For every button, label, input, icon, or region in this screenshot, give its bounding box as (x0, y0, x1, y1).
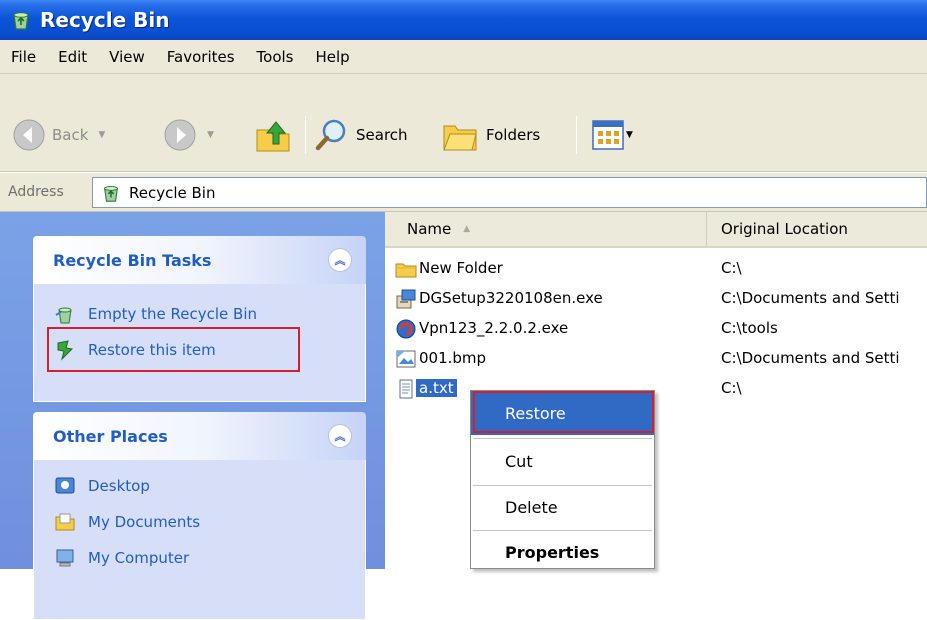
recycle-bin-icon (13, 12, 29, 30)
collapse-chevron-icon[interactable]: ︽ (328, 248, 352, 272)
menu-view[interactable]: View (98, 48, 156, 66)
text-file-icon (399, 379, 413, 399)
recycle-bin-tasks-title: Recycle Bin Tasks (53, 250, 212, 270)
folders-label: Folders (486, 126, 541, 144)
context-delete[interactable]: Delete (471, 485, 654, 529)
name-column-header[interactable]: Name ▲ (385, 212, 707, 246)
file-location: C:\ (721, 259, 742, 277)
installer-icon (396, 289, 416, 309)
context-properties[interactable]: Properties (471, 530, 654, 574)
other-places-header[interactable]: Other Places ︽ (33, 412, 366, 460)
views-icon (592, 120, 624, 150)
file-row-new-folder[interactable]: New Folder C:\ (385, 254, 927, 284)
address-value: Recycle Bin (129, 183, 216, 202)
file-location: C:\tools (721, 319, 778, 337)
task-pane: Recycle Bin Tasks ︽ Empty the Recycle Bi… (0, 212, 385, 620)
bitmap-icon (396, 350, 416, 368)
file-location: C:\Documents and Setti (721, 289, 900, 307)
desktop-icon (55, 477, 75, 494)
file-location: C:\ (721, 379, 742, 397)
my-documents-icon (55, 513, 75, 531)
back-arrow-icon (13, 119, 45, 151)
forward-dropdown-icon[interactable]: ▼ (207, 130, 214, 140)
my-documents-link[interactable]: My Documents (34, 504, 365, 540)
address-input[interactable]: Recycle Bin (92, 177, 927, 208)
file-name: DGSetup3220108en.exe (419, 289, 603, 307)
other-places-title: Other Places (53, 426, 168, 446)
original-location-column-label: Original Location (721, 220, 848, 238)
forward-button[interactable]: ▼ (163, 118, 214, 152)
back-label: Back (52, 126, 89, 144)
recycle-bin-icon (104, 185, 118, 202)
toolbar-separator (305, 116, 306, 154)
column-header: Name ▲ Original Location (385, 212, 927, 248)
views-dropdown-icon[interactable]: ▼ (626, 130, 633, 140)
search-button[interactable]: Search (314, 117, 408, 153)
my-computer-icon (56, 549, 74, 567)
file-name: New Folder (419, 259, 503, 277)
context-delete-label: Delete (505, 497, 558, 517)
views-button[interactable]: ▼ (592, 120, 633, 150)
my-documents-label: My Documents (88, 513, 201, 531)
context-restore-highlight (473, 391, 654, 433)
context-cut[interactable]: Cut (471, 439, 654, 483)
context-cut-label: Cut (505, 451, 533, 471)
vpn-app-icon (396, 319, 416, 339)
file-name: 001.bmp (419, 349, 487, 367)
folders-button[interactable]: Folders (442, 118, 540, 152)
up-folder-icon (256, 121, 290, 152)
file-row-001-bmp[interactable]: 001.bmp C:\Documents and Setti (385, 344, 927, 374)
other-places-body: Desktop My Documents My Computer (33, 460, 366, 620)
desktop-link[interactable]: Desktop (34, 468, 365, 504)
menu-bar: File Edit View Favorites Tools Help (0, 40, 927, 74)
file-location: C:\Documents and Setti (721, 349, 900, 367)
sort-ascending-icon: ▲ (463, 224, 471, 234)
menu-edit[interactable]: Edit (47, 48, 98, 66)
my-computer-label: My Computer (88, 549, 190, 567)
back-dropdown-icon[interactable]: ▼ (98, 130, 105, 140)
context-properties-label: Properties (505, 542, 600, 562)
file-name: Vpn123_2.2.0.2.exe (419, 319, 569, 337)
collapse-chevron-icon[interactable]: ︽ (328, 424, 352, 448)
name-column-label: Name (407, 220, 452, 238)
menu-file[interactable]: File (0, 48, 47, 66)
toolbar-separator (576, 116, 577, 154)
folder-icon (395, 263, 417, 278)
file-row-dgsetup[interactable]: DGSetup3220108en.exe C:\Documents and Se… (385, 284, 927, 314)
file-row-vpn123[interactable]: Vpn123_2.2.0.2.exe C:\tools (385, 314, 927, 344)
recycle-bin-tasks-header[interactable]: Recycle Bin Tasks ︽ (33, 236, 366, 284)
menu-tools[interactable]: Tools (246, 48, 305, 66)
window-title: Recycle Bin (40, 8, 170, 32)
restore-this-item-highlight (47, 327, 300, 372)
other-places-panel: Other Places ︽ Desktop My Documents My C… (33, 412, 366, 620)
back-button[interactable]: Back ▼ (12, 118, 105, 152)
file-row-a-txt[interactable]: a.txt C:\ (385, 374, 927, 404)
search-label: Search (356, 126, 408, 144)
menu-favorites[interactable]: Favorites (156, 48, 246, 66)
forward-arrow-icon (164, 119, 196, 151)
search-icon (315, 119, 346, 151)
empty-recycle-bin-label: Empty the Recycle Bin (88, 305, 257, 323)
original-location-column-header[interactable]: Original Location (709, 212, 927, 246)
empty-bin-icon (55, 307, 72, 324)
file-list: Name ▲ Original Location New Folder C:\ … (385, 212, 927, 569)
recycle-bin-tasks-panel: Recycle Bin Tasks ︽ Empty the Recycle Bi… (33, 236, 366, 402)
my-computer-link[interactable]: My Computer (34, 540, 365, 576)
address-label: Address (8, 184, 64, 200)
desktop-label: Desktop (88, 477, 150, 495)
folders-icon (443, 125, 477, 151)
title-bar[interactable]: Recycle Bin (0, 0, 927, 40)
address-bar: Address Recycle Bin (0, 172, 927, 212)
menu-help[interactable]: Help (305, 48, 361, 66)
file-name: a.txt (416, 379, 457, 397)
up-folder-button[interactable] (254, 116, 292, 154)
